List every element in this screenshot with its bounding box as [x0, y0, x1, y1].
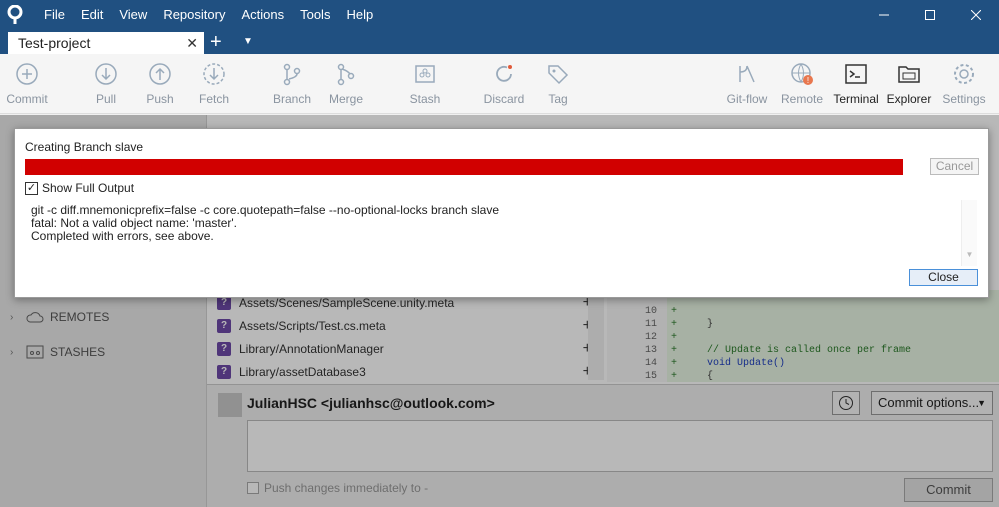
- pull-button[interactable]: Pull: [76, 62, 136, 106]
- checkbox-checked-icon[interactable]: ✓: [25, 181, 38, 195]
- title-bar: File Edit View Repository Actions Tools …: [0, 0, 999, 30]
- remote-label: Remote: [780, 92, 824, 106]
- menu-file[interactable]: File: [36, 0, 73, 30]
- discard-icon: [496, 65, 512, 82]
- pull-label: Pull: [95, 92, 116, 106]
- menu-repository[interactable]: Repository: [155, 0, 233, 30]
- tag-button[interactable]: Tag: [528, 62, 588, 106]
- gear-icon: [954, 64, 974, 84]
- fetch-label: Fetch: [198, 92, 229, 106]
- stash-label: Stash: [409, 92, 441, 106]
- settings-label: Settings: [942, 92, 986, 106]
- settings-button[interactable]: Settings: [934, 62, 994, 106]
- discard-button[interactable]: Discard: [474, 62, 534, 106]
- menu-edit[interactable]: Edit: [73, 0, 111, 30]
- push-icon: [149, 63, 171, 85]
- menu-tools[interactable]: Tools: [292, 0, 338, 30]
- push-button[interactable]: Push: [130, 62, 190, 106]
- output-scrollbar[interactable]: ▼: [961, 200, 977, 266]
- commit-button[interactable]: Commit: [0, 62, 57, 106]
- tab-test-project[interactable]: Test-project ✕: [8, 32, 204, 54]
- close-button[interactable]: Close: [909, 269, 978, 286]
- merge-button[interactable]: Merge: [316, 62, 376, 106]
- tab-bar: Test-project ✕ + ▼: [0, 30, 999, 54]
- tab-menu-chevron-icon[interactable]: ▼: [243, 36, 253, 47]
- menu-view[interactable]: View: [111, 0, 155, 30]
- tag-label: Tag: [548, 92, 568, 106]
- branch-label: Branch: [272, 92, 312, 106]
- new-tab-plus-icon[interactable]: +: [210, 32, 222, 52]
- window-controls: [861, 0, 999, 30]
- explorer-button[interactable]: Explorer: [879, 62, 939, 106]
- menu-help[interactable]: Help: [338, 0, 381, 30]
- main-toolbar: Commit Pull Push Fetch Branch Merge Stas…: [0, 54, 999, 114]
- show-full-output-label: Show Full Output: [42, 181, 135, 195]
- minimize-button[interactable]: [861, 0, 907, 30]
- cancel-button[interactable]: Cancel: [930, 158, 979, 175]
- merge-icon: [337, 63, 355, 86]
- fetch-icon: [203, 63, 225, 85]
- gitflow-icon: [739, 65, 755, 83]
- output-line: git -c diff.mnemonicprefix=false -c core…: [31, 203, 500, 217]
- branch-icon: [283, 63, 301, 86]
- tab-close-icon[interactable]: ✕: [186, 32, 198, 54]
- remote-button[interactable]: ! Remote: [772, 62, 832, 106]
- gitflow-button[interactable]: Git-flow: [717, 62, 777, 106]
- sourcetree-logo-icon: [0, 0, 30, 30]
- gitflow-label: Git-flow: [726, 92, 768, 106]
- create-branch-dialog: Creating Branch slave Cancel ✓ Show Full…: [14, 128, 989, 298]
- terminal-icon: [845, 64, 867, 84]
- menu-actions[interactable]: Actions: [233, 0, 292, 30]
- dialog-title: Creating Branch slave: [25, 140, 144, 154]
- fetch-button[interactable]: Fetch: [184, 62, 244, 106]
- stash-icon: [415, 65, 435, 83]
- explorer-label: Explorer: [886, 92, 932, 106]
- tag-icon: [548, 65, 569, 85]
- commit-icon: [16, 63, 38, 85]
- remote-globe-icon: !: [791, 63, 813, 85]
- progress-bar: [25, 159, 903, 175]
- terminal-label: Terminal: [833, 92, 879, 106]
- explorer-folder-icon: [898, 66, 920, 83]
- pull-icon: [95, 63, 117, 85]
- output-line: Completed with errors, see above.: [31, 229, 214, 243]
- stash-button[interactable]: Stash: [395, 62, 455, 106]
- commit-label: Commit: [6, 92, 48, 106]
- svg-text:!: !: [807, 76, 809, 85]
- discard-label: Discard: [483, 92, 525, 106]
- push-label: Push: [146, 92, 174, 106]
- branch-button[interactable]: Branch: [262, 62, 322, 106]
- close-window-button[interactable]: [953, 0, 999, 30]
- menu-bar: File Edit View Repository Actions Tools …: [36, 0, 381, 30]
- merge-label: Merge: [328, 92, 363, 106]
- tab-label: Test-project: [18, 35, 91, 51]
- show-full-output-checkbox[interactable]: ✓ Show Full Output: [25, 181, 134, 195]
- terminal-button[interactable]: Terminal: [826, 62, 886, 106]
- output-log: git -c diff.mnemonicprefix=false -c core…: [25, 200, 961, 266]
- maximize-button[interactable]: [907, 0, 953, 30]
